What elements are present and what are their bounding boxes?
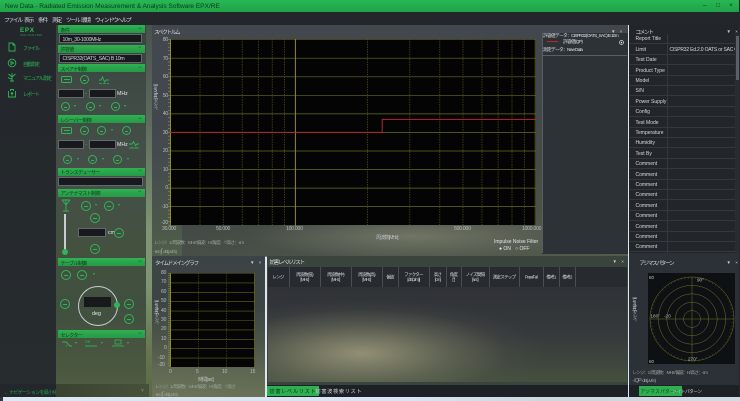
svg-text:270°: 270° xyxy=(688,356,698,361)
svg-text:80: 80 xyxy=(649,359,655,364)
svg-text:-20: -20 xyxy=(664,313,671,318)
svg-text:ON: ON xyxy=(85,340,91,344)
svg-text:180°: 180° xyxy=(651,313,661,318)
svg-text:80: 80 xyxy=(649,275,655,280)
svg-text:90°: 90° xyxy=(697,277,704,282)
